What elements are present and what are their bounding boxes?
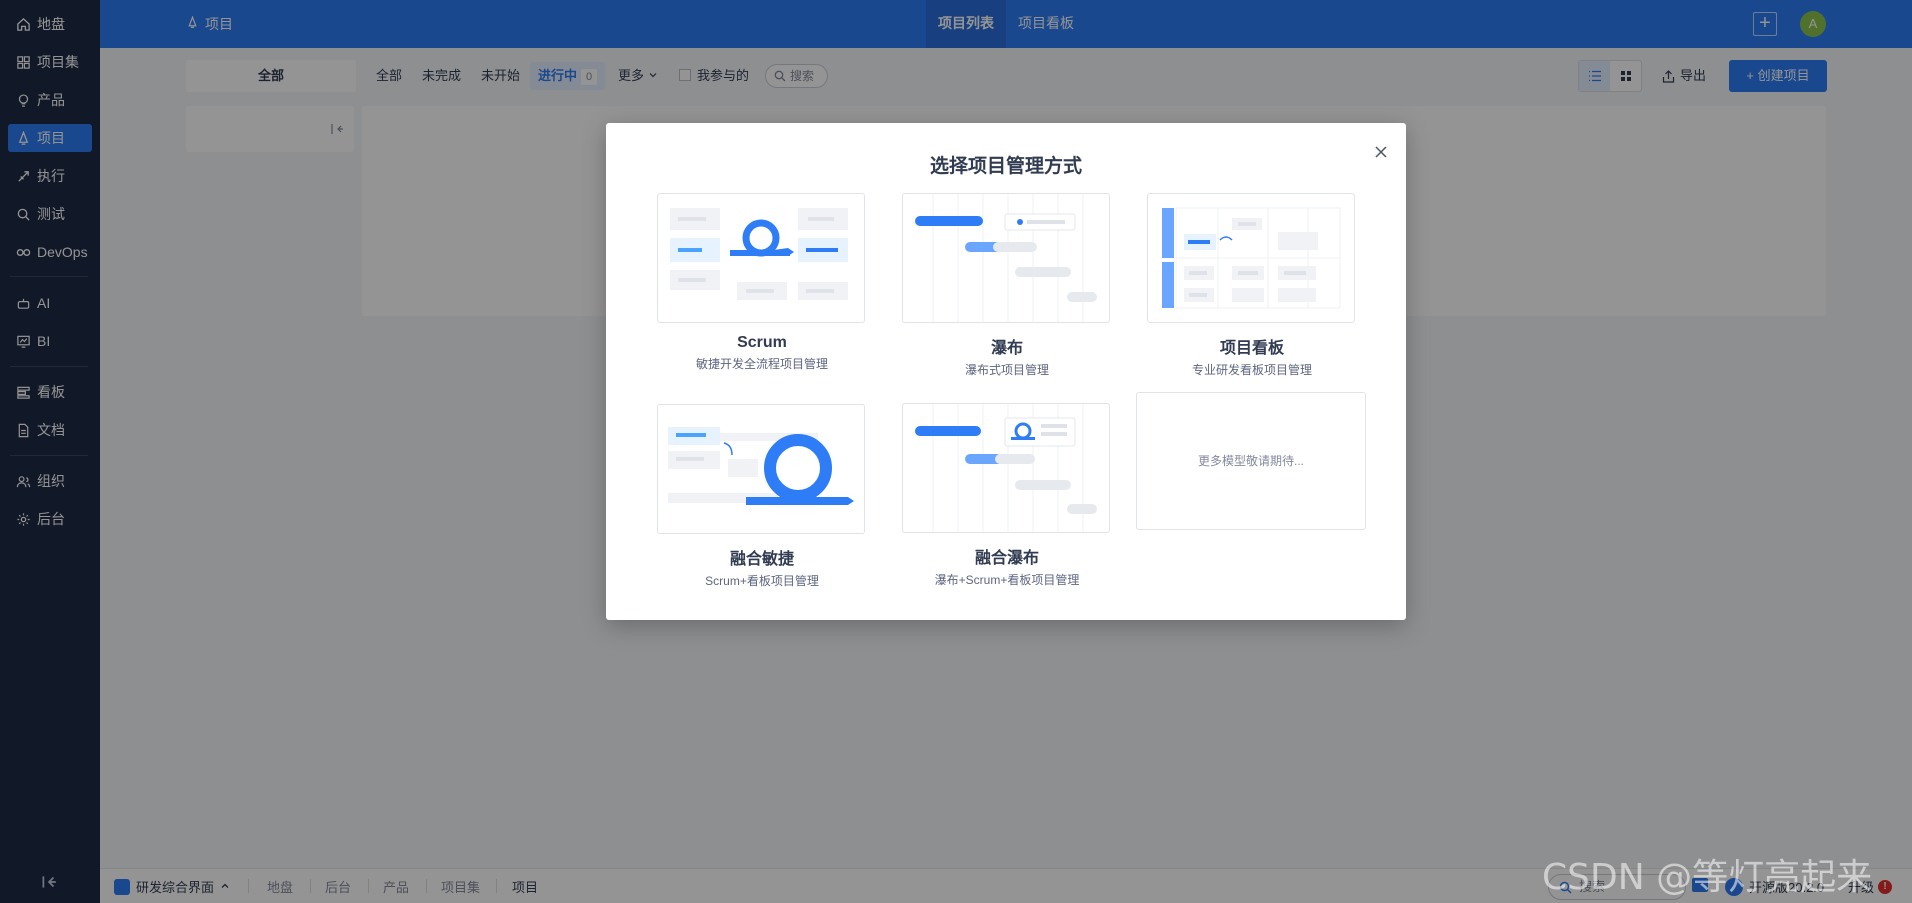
card-subtitle: 瀑布式项目管理	[964, 363, 1049, 377]
model-card-scrum[interactable]: Scrum 敏捷开发全流程项目管理	[657, 193, 867, 372]
card-title: 融合敏捷	[729, 551, 794, 568]
model-card-waterfallplus[interactable]: 融合瀑布 瀑布+Scrum+看板项目管理	[902, 403, 1112, 588]
model-card-agileplus[interactable]: 融合敏捷 Scrum+看板项目管理	[657, 404, 867, 589]
dialog-title: 选择项目管理方式	[929, 156, 1082, 177]
agileplus-illustration	[657, 404, 865, 534]
card-subtitle: Scrum+看板项目管理	[705, 574, 819, 588]
waterfallplus-illustration	[902, 403, 1110, 533]
model-card-kanban[interactable]: 项目看板 专业研发看板项目管理	[1147, 193, 1357, 378]
project-model-dialog: 选择项目管理方式 Scrum 敏捷开发全流程项目管理 瀑布 瀑布式项目管理 项目…	[606, 123, 1406, 620]
card-title: 项目看板	[1219, 340, 1284, 357]
card-title: 瀑布	[990, 340, 1023, 357]
more-models-placeholder: 更多模型敬请期待...	[1136, 392, 1366, 530]
kanban-illustration	[1147, 193, 1355, 323]
card-title: Scrum	[737, 334, 787, 351]
close-icon[interactable]	[1372, 143, 1390, 161]
waterfall-illustration	[902, 193, 1110, 323]
card-subtitle: 敏捷开发全流程项目管理	[695, 357, 828, 371]
card-subtitle: 瀑布+Scrum+看板项目管理	[934, 573, 1080, 587]
card-subtitle: 专业研发看板项目管理	[1191, 363, 1312, 377]
model-card-waterfall[interactable]: 瀑布 瀑布式项目管理	[902, 193, 1112, 378]
scrum-illustration	[657, 193, 865, 323]
card-title: 融合瀑布	[974, 550, 1039, 567]
